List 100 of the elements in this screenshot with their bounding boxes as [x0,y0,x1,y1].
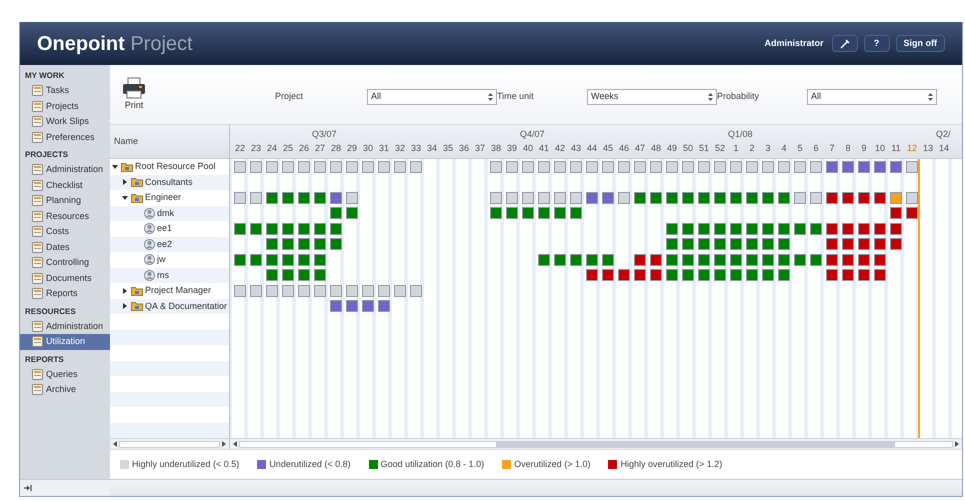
help-button[interactable]: ? [864,35,890,52]
utilization-block [842,192,854,204]
nav-item[interactable]: Costs [20,224,110,240]
utilization-block [858,238,870,250]
collapsed-arrow-icon[interactable] [122,288,128,294]
utilization-block [618,192,630,204]
nav-item[interactable]: Archive [20,382,110,398]
nav-item[interactable]: Resources [20,208,110,224]
filter-dropdown[interactable]: Weeks [587,89,717,105]
legend-label: Good utilization (0.8 - 1.0) [380,458,484,471]
utilization-block [666,238,678,250]
page-icon [32,195,43,206]
collapse-sidebar-icon[interactable] [24,484,33,492]
utilization-block [570,207,582,220]
utilization-block [650,192,662,204]
resource-name[interactable]: Engineer [145,191,182,204]
scroll-left-icon[interactable] [233,441,237,447]
resource-name[interactable]: Project Manager [145,284,212,298]
week-label: 2 [748,142,756,155]
nav-item[interactable]: Controlling [20,255,110,270]
nav-item[interactable]: Reports [20,286,110,302]
utilization-block [826,238,838,250]
utilization-block [826,192,838,204]
week-label: 39 [506,142,518,155]
utilization-block [570,254,582,266]
utilization-block [858,192,870,204]
nav-item[interactable]: Checklist [20,178,110,193]
utilization-block [874,238,886,250]
section-heading: PROJECTS [24,149,70,161]
utilization-block [842,269,854,282]
utilization-block [538,207,550,220]
utilization-block [890,207,902,220]
utilization-block [714,222,726,235]
nav-item[interactable]: Administration [20,162,110,178]
collapsed-arrow-icon[interactable] [122,179,128,186]
resource-name[interactable]: dmk [157,206,174,220]
nav-item[interactable]: Dates [20,240,110,255]
page-icon [32,85,43,96]
utilization-block [378,284,390,297]
collapsed-arrow-icon[interactable] [122,303,128,310]
print-button[interactable]: Print [122,77,146,112]
nav-item[interactable]: Utilization [20,334,110,350]
utilization-block [858,254,870,266]
utilization-block [602,192,614,204]
nav-item[interactable]: Administration [20,318,110,334]
utilization-block [810,222,822,235]
utilization-block [298,160,310,173]
utilization-block [250,160,262,173]
utilization-block [346,160,358,173]
utilization-block [730,238,742,250]
nav-item[interactable]: Queries [20,366,110,382]
utilization-block [650,269,662,282]
utilization-block [522,207,534,220]
week-label: 31 [378,142,390,155]
filter-dropdown[interactable]: All [807,89,937,105]
page-icon [32,116,43,128]
sign-off-button[interactable]: Sign off [896,35,945,52]
utilization-block [282,254,294,266]
week-label: 44 [586,142,598,155]
nav-item[interactable]: Documents [20,270,110,286]
scroll-right-icon[interactable] [955,441,959,447]
folder-icon [131,286,143,296]
scroll-right-icon[interactable] [222,441,226,447]
person-icon [144,270,155,281]
scroll-left-icon[interactable] [113,441,117,447]
utilization-block [698,222,710,235]
expanded-arrow-icon[interactable] [122,194,128,201]
nav-item[interactable]: Work Slips [20,114,110,130]
resource-name[interactable]: jw [157,253,166,266]
week-label: 1 [732,142,740,155]
utilization-block [890,160,902,173]
resource-name[interactable]: ms [157,268,169,282]
expanded-arrow-icon[interactable] [112,164,118,170]
week-label: 12 [906,142,918,155]
quarter-label: Q2/ [936,128,951,141]
week-label: 11 [890,142,902,155]
utilization-block [362,160,374,173]
resource-name[interactable]: Root Resource Pool [135,160,216,174]
week-label: 41 [538,142,550,155]
utilization-block [570,160,582,173]
utilization-block [698,269,710,282]
utilization-block [794,160,806,173]
tools-button[interactable] [832,35,858,52]
nav-item[interactable]: Tasks [20,83,110,98]
utilization-block [874,222,886,235]
resource-name[interactable]: ee1 [157,222,172,236]
filter-dropdown[interactable]: All [367,89,497,105]
utilization-block [538,160,550,173]
legend-label: Overutilized (> 1.0) [514,458,590,471]
updown-icon [928,93,933,101]
utilization-block [298,238,310,250]
nav-item[interactable]: Projects [20,98,110,114]
utilization-block [650,254,662,266]
filter-label: Time unit [497,90,535,104]
updown-icon [708,93,713,101]
nav-item[interactable]: Preferences [20,130,110,145]
utilization-block [538,192,550,204]
utilization-block [890,192,902,204]
resource-name[interactable]: ee2 [157,238,172,251]
nav-item[interactable]: Planning [20,193,110,208]
